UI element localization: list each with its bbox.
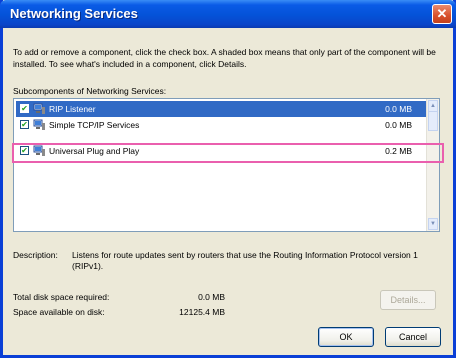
list-scrollbar[interactable]: ▲ ▼ xyxy=(426,99,439,231)
description-text: Listens for route updates sent by router… xyxy=(72,250,418,271)
component-label: Simple TCP/IP Services xyxy=(49,120,140,130)
close-icon: ✕ xyxy=(436,6,448,21)
title-bar[interactable]: Networking Services ✕ xyxy=(0,0,456,28)
list-item-simple-tcpip[interactable]: ✔ Simple TCP/IP Services 0.0 MB xyxy=(16,117,426,133)
subcomponents-label: Subcomponents of Networking Services: xyxy=(13,86,167,96)
ok-button[interactable]: OK xyxy=(318,327,374,347)
cancel-button[interactable]: Cancel xyxy=(385,327,441,347)
description-label: Description: xyxy=(13,250,58,260)
component-label: RIP Listener xyxy=(49,104,96,114)
network-component-icon xyxy=(33,103,45,114)
component-size: 0.0 MB xyxy=(385,120,412,130)
checkbox-rip-listener[interactable]: ✔ xyxy=(20,104,29,113)
highlight-annotation-box xyxy=(12,143,444,163)
scroll-thumb[interactable] xyxy=(428,111,438,131)
checkbox-simple-tcpip[interactable]: ✔ xyxy=(20,120,29,129)
disk-required-value: 0.0 MB xyxy=(198,292,225,302)
disk-required-label: Total disk space required: xyxy=(13,292,110,302)
subcomponents-list[interactable]: ✔ RIP Listener 0.0 MB ✔ Simple TCP/IP Se… xyxy=(13,98,440,232)
dialog-title: Networking Services xyxy=(10,6,138,21)
scroll-down-arrow-icon[interactable]: ▼ xyxy=(428,218,438,230)
list-item-rip-listener[interactable]: ✔ RIP Listener 0.0 MB xyxy=(16,101,426,117)
disk-available-label: Space available on disk: xyxy=(13,307,105,317)
details-button[interactable]: Details... xyxy=(380,290,436,310)
instructions-text: To add or remove a component, click the … xyxy=(13,47,436,69)
disk-available-value: 12125.4 MB xyxy=(179,307,225,317)
component-size: 0.0 MB xyxy=(385,104,412,114)
network-component-icon xyxy=(33,119,45,130)
close-button[interactable]: ✕ xyxy=(432,4,452,24)
